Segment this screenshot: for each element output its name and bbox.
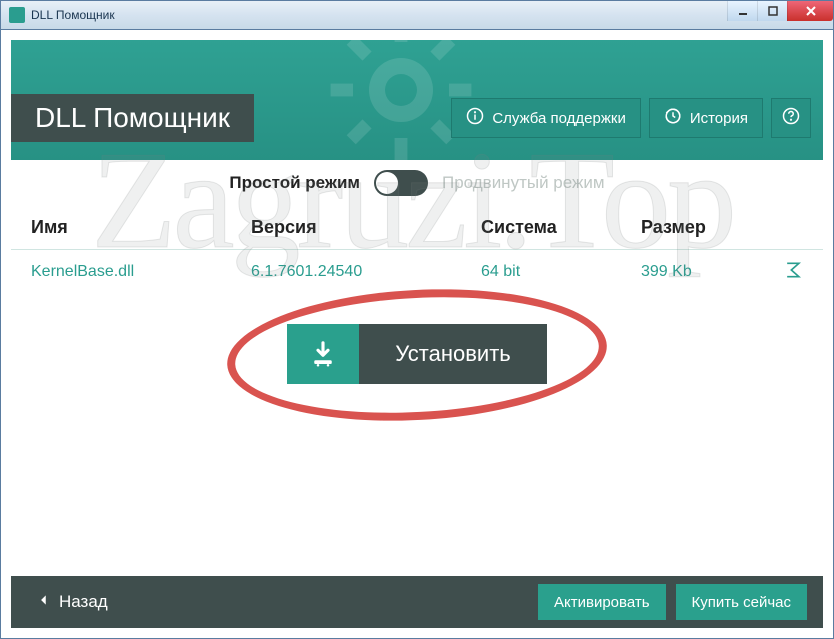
- mode-toggle-row: Простой режим Продвинутый режим: [11, 160, 823, 206]
- back-label: Назад: [59, 592, 108, 612]
- app-title: DLL Помощник: [11, 94, 254, 142]
- cell-version: 6.1.7601.24540: [251, 263, 481, 281]
- support-button[interactable]: Служба поддержки: [451, 98, 641, 138]
- table-header: Имя Версия Система Размер: [11, 206, 823, 250]
- mode-toggle[interactable]: [374, 170, 428, 196]
- buy-now-button[interactable]: Купить сейчас: [676, 584, 807, 620]
- advanced-mode-label: Продвинутый режим: [442, 173, 605, 193]
- history-label: История: [690, 110, 748, 127]
- download-icon: [287, 324, 359, 384]
- close-button[interactable]: [787, 1, 833, 21]
- minimize-button[interactable]: [727, 1, 757, 21]
- details-link[interactable]: [783, 260, 803, 285]
- toggle-knob: [376, 172, 398, 194]
- window-controls: [727, 1, 833, 21]
- footer: Назад Активировать Купить сейчас: [11, 576, 823, 628]
- history-button[interactable]: История: [649, 98, 763, 138]
- window-titlebar: DLL Помощник: [0, 0, 834, 30]
- install-button[interactable]: Установить: [287, 324, 546, 384]
- col-header-system: Система: [481, 217, 641, 238]
- cell-size: 399 Kb: [641, 263, 803, 281]
- simple-mode-label: Простой режим: [229, 173, 360, 193]
- col-header-version: Версия: [251, 217, 481, 238]
- activate-button[interactable]: Активировать: [538, 584, 666, 620]
- help-icon: [782, 107, 800, 129]
- table-row[interactable]: KernelBase.dll 6.1.7601.24540 64 bit 399…: [11, 250, 823, 294]
- help-button[interactable]: [771, 98, 811, 138]
- sigma-icon: [783, 267, 803, 284]
- maximize-button[interactable]: [757, 1, 787, 21]
- history-icon: [664, 107, 682, 129]
- app-header: DLL Помощник Служба поддержки История: [11, 40, 823, 160]
- app-icon: [9, 7, 25, 23]
- info-icon: [466, 107, 484, 129]
- col-header-size: Размер: [641, 217, 803, 238]
- cell-name: KernelBase.dll: [31, 263, 251, 281]
- install-label: Установить: [359, 324, 546, 384]
- col-header-name: Имя: [31, 217, 251, 238]
- window-title: DLL Помощник: [31, 8, 115, 22]
- chevron-left-icon: [37, 592, 51, 612]
- cell-system: 64 bit: [481, 263, 641, 281]
- support-label: Служба поддержки: [492, 110, 626, 127]
- install-area: Установить: [11, 324, 823, 384]
- back-button[interactable]: Назад: [27, 586, 118, 618]
